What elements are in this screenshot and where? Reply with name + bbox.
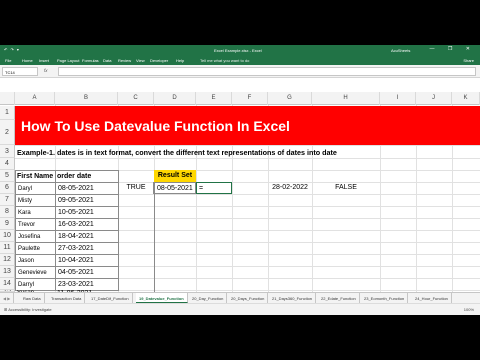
row-header-2[interactable]: 2 (0, 120, 15, 145)
sheet-tab[interactable]: 24_Hour_Function (412, 293, 452, 303)
column-header-j[interactable]: J (416, 92, 452, 105)
tab-view[interactable]: View (136, 58, 145, 63)
sheet-tab[interactable]: 20_Day_Function (189, 293, 228, 303)
sheet-tab-bar: ◀ ▶ Raw Data Transaction Data 17_DateDif… (0, 292, 480, 303)
banner-text: How To Use Datevalue Function In Excel (21, 118, 290, 134)
column-header-h[interactable]: H (312, 92, 380, 105)
column-header-i[interactable]: I (380, 92, 416, 105)
tab-help[interactable]: Help (176, 58, 184, 63)
row-header-7[interactable]: 7 (0, 194, 15, 206)
row-header-14[interactable]: 14 (0, 278, 15, 290)
result-c6[interactable]: TRUE (119, 182, 154, 194)
formula-input[interactable] (58, 67, 476, 76)
sheet-tab[interactable]: Transaction Data (48, 293, 86, 303)
result-g6[interactable]: 28-02-2022 (268, 182, 312, 194)
ribbon-tabs: File Home Insert Page Layout Formulas Da… (0, 55, 480, 65)
result-h6[interactable]: FALSE (312, 182, 380, 194)
column-header-g[interactable]: G (268, 92, 312, 105)
result-border (154, 194, 155, 292)
excel-window: ↶ ↷ ▾ Excel Example.xlsx - Excel AcuShee… (0, 45, 480, 315)
sheet-tab[interactable]: 22_Edate_Function (318, 293, 360, 303)
row-header-3[interactable]: 3 (0, 145, 15, 158)
tab-data[interactable]: Data (103, 58, 111, 63)
column-header-a[interactable]: A (15, 92, 55, 105)
sheet-tab[interactable]: 23_Eomonth_Function (361, 293, 409, 303)
row-header-10[interactable]: 10 (0, 230, 15, 242)
row-header-13[interactable]: 13 (0, 266, 15, 278)
zoom-level[interactable]: 100% (464, 307, 474, 312)
result-d6[interactable]: 08-05-2021 (154, 182, 196, 194)
title-bar: ↶ ↷ ▾ Excel Example.xlsx - Excel AcuShee… (0, 45, 480, 55)
sheet-tab[interactable]: 17_DateDif_Function (88, 293, 133, 303)
window-buttons[interactable]: — ❐ ✕ (430, 46, 476, 52)
row-header-11[interactable]: 11 (0, 242, 15, 254)
tab-page-layout[interactable]: Page Layout (57, 58, 79, 63)
sheet-tab[interactable]: 20_Days_Function (228, 293, 269, 303)
share-button[interactable]: Share (463, 58, 474, 63)
quick-access-toolbar[interactable]: ↶ ↷ ▾ (4, 47, 20, 52)
column-header-f[interactable]: F (232, 92, 268, 105)
tab-review[interactable]: Review (118, 58, 131, 63)
tab-home[interactable]: Home (22, 58, 33, 63)
example-description[interactable]: Example-1. dates is in text format, conv… (17, 148, 337, 157)
title-banner: How To Use Datevalue Function In Excel (15, 106, 480, 145)
column-header-b[interactable]: B (55, 92, 118, 105)
name-box[interactable]: TC14 (2, 67, 38, 76)
row-header-8[interactable]: 8 (0, 206, 15, 218)
column-header-d[interactable]: D (154, 92, 196, 105)
tab-formulas[interactable]: Formulas (82, 58, 99, 63)
row-header-4[interactable]: 4 (0, 158, 15, 170)
row-header-5[interactable]: 5 (0, 170, 15, 182)
fx-icon[interactable]: fx (44, 68, 48, 73)
column-header-e[interactable]: E (196, 92, 232, 105)
column-header-k[interactable]: K (452, 92, 480, 105)
row-header-9[interactable]: 9 (0, 218, 15, 230)
tell-me-search[interactable]: Tell me what you want to do (200, 58, 249, 63)
column-headers: A B C D E F G H I J K (0, 92, 480, 105)
status-accessibility[interactable]: ⊞ Accessibility: Investigate (4, 307, 52, 312)
sheet-nav-arrows[interactable]: ◀ ▶ (0, 293, 15, 303)
formula-bar: TC14 fx (0, 65, 480, 78)
column-header-c[interactable]: C (118, 92, 154, 105)
document-title: Excel Example.xlsx - Excel (214, 47, 262, 53)
sheet-tab-active[interactable]: 19_Datevalue_Function (136, 293, 188, 303)
row-header-12[interactable]: 12 (0, 254, 15, 266)
row-header-6[interactable]: 6 (0, 182, 15, 194)
sheet-tab[interactable]: Raw Data (20, 293, 45, 303)
active-cell-e6[interactable]: = (196, 182, 232, 194)
tab-insert[interactable]: Insert (39, 58, 49, 63)
sheet-tab[interactable]: 21_Days360_Function (269, 293, 317, 303)
row-header-1[interactable]: 1 (0, 106, 15, 120)
select-all-corner[interactable] (0, 92, 15, 105)
user-name[interactable]: AcuSheets (391, 48, 410, 53)
tab-developer[interactable]: Developer (150, 58, 168, 63)
status-bar: ⊞ Accessibility: Investigate 100% (0, 303, 480, 315)
result-set-label[interactable]: Result Set (154, 170, 196, 182)
tab-file[interactable]: File (5, 58, 11, 63)
